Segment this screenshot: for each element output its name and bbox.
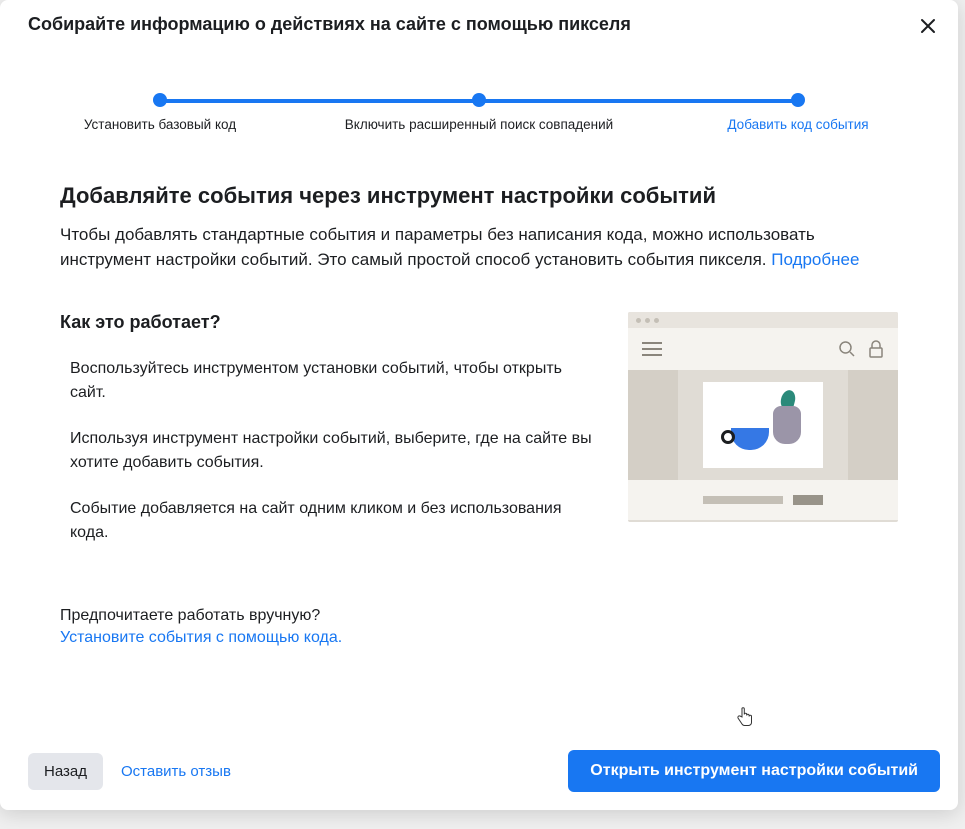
back-button[interactable]: Назад — [28, 753, 103, 790]
feedback-link[interactable]: Оставить отзыв — [121, 763, 231, 780]
modal-title: Собирайте информацию о действиях на сайт… — [28, 14, 631, 35]
how-left-column: Как это работает? Воспользуйтесь инструм… — [60, 312, 598, 567]
close-icon — [918, 16, 938, 36]
close-button[interactable] — [916, 14, 940, 43]
step-3: Добавить код события — [678, 93, 918, 132]
hamburger-icon — [642, 342, 662, 356]
how-step-2: Используя инструмент настройки событий, … — [60, 427, 598, 475]
how-step-1: Воспользуйтесь инструментом установки со… — [60, 357, 598, 405]
how-title: Как это работает? — [60, 312, 598, 333]
step-dot-3 — [791, 93, 805, 107]
step-label-3: Добавить код события — [727, 117, 868, 132]
lock-icon — [868, 340, 884, 358]
modal-footer: Назад Оставить отзыв Открыть инструмент … — [0, 736, 958, 810]
open-event-tool-button[interactable]: Открыть инструмент настройки событий — [568, 750, 940, 792]
modal-header: Собирайте информацию о действиях на сайт… — [0, 0, 958, 53]
illus-content — [628, 370, 898, 480]
content-description: Чтобы добавлять стандартные события и па… — [60, 223, 898, 272]
how-right-column — [628, 312, 898, 567]
footer-left: Назад Оставить отзыв — [28, 753, 231, 790]
illus-footer — [628, 480, 898, 520]
illus-product-card — [703, 382, 823, 468]
manual-section: Предпочитаете работать вручную? Установи… — [60, 607, 898, 647]
stepper: Установить базовый код Включить расширен… — [90, 93, 868, 133]
step-dot-2 — [472, 93, 486, 107]
search-icon — [838, 340, 856, 358]
illus-browser-dots — [628, 312, 898, 328]
manual-question: Предпочитаете работать вручную? — [60, 607, 898, 625]
content-description-text: Чтобы добавлять стандартные события и па… — [60, 225, 815, 269]
how-step-3: Событие добавляется на сайт одним кликом… — [60, 497, 598, 545]
step-dot-1 — [153, 93, 167, 107]
manual-code-link[interactable]: Установите события с помощью кода. — [60, 629, 898, 647]
step-label-1: Установить базовый код — [84, 117, 236, 132]
modal-dialog: Собирайте информацию о действиях на сайт… — [0, 0, 958, 810]
modal-body: Установить базовый код Включить расширен… — [0, 53, 958, 736]
how-it-works-section: Как это работает? Воспользуйтесь инструм… — [60, 312, 898, 567]
learn-more-link[interactable]: Подробнее — [771, 250, 859, 269]
step-2: Включить расширенный поиск совпадений — [359, 93, 599, 132]
illus-header-icons — [838, 340, 884, 358]
step-label-2: Включить расширенный поиск совпадений — [345, 117, 613, 132]
illus-site-header — [628, 328, 898, 370]
step-1: Установить базовый код — [40, 93, 280, 132]
content-heading: Добавляйте события через инструмент наст… — [60, 183, 898, 209]
website-illustration — [628, 312, 898, 522]
